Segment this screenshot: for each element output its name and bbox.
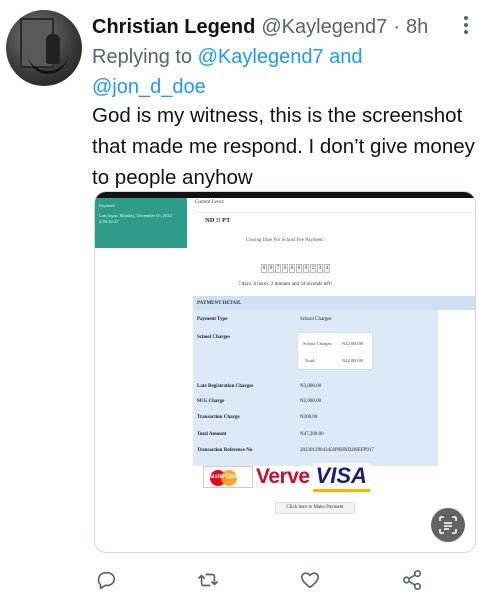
row-value: N2,000.00 [300, 399, 322, 404]
avatar-bicycle [28, 50, 68, 74]
row-label: SUG Charge [197, 399, 225, 404]
counter-digit: 0 [282, 264, 288, 273]
inner-label: Total: [305, 358, 316, 363]
replying-prefix: Replying to [92, 46, 193, 68]
sidebar-title: Payment [99, 203, 115, 208]
row-label: Total Amount [197, 432, 227, 437]
counter-digit: 0 [303, 264, 309, 273]
countdown-digits: 0 0 7 0 0 6 0 2 3 4 [261, 264, 330, 274]
countdown-text: 7 days, 6 hours, 2 minutes and 34 second… [238, 282, 332, 287]
row-label: School Charges [197, 335, 231, 340]
counter-digit: 3 [317, 264, 323, 273]
inner-value: N42,000.00 [342, 341, 364, 346]
more-options-icon[interactable] [456, 10, 476, 40]
visa-logo: VISA [312, 462, 370, 492]
like-icon[interactable] [298, 568, 322, 592]
counter-digit: 2 [310, 264, 316, 273]
user-handle[interactable]: @Kaylegend7 [261, 16, 387, 39]
reply-icon[interactable] [94, 568, 118, 592]
counter-digit: 0 [289, 264, 295, 273]
verve-logo: Verve [256, 465, 310, 488]
timestamp[interactable]: 8h [406, 16, 428, 39]
inner-value: N42,000.00 [342, 358, 364, 363]
replying-user-link[interactable]: @Kaylegend7 [198, 46, 324, 68]
replying-and: and [329, 46, 363, 68]
row-value: N47,300.00 [300, 432, 324, 437]
counter-digit: 0 [261, 264, 267, 273]
google-lens-icon[interactable] [431, 508, 465, 542]
avatar[interactable] [6, 10, 82, 86]
row-label: Transaction Charge [197, 415, 240, 420]
counter-digit: 4 [324, 264, 330, 273]
row-value: N300.00 [300, 415, 318, 420]
row-label: Late Registration Charges [197, 384, 254, 389]
tweet-text: God is my witness, this is the screensho… [92, 104, 475, 189]
row-value: 20220129043456P9HND28IEFP917 [300, 448, 374, 453]
separator: · [393, 15, 400, 38]
payment-card-logos: MasterCard Verve VISA [203, 462, 370, 492]
row-label: Transaction Reference No [197, 448, 253, 453]
inner-label: School Charges: [303, 341, 333, 346]
row-value: N3,000.00 [300, 384, 322, 389]
mastercard-text: MasterCard [206, 474, 240, 480]
row-value: School Charges [300, 317, 332, 322]
counter-digit: 6 [296, 264, 302, 273]
replying-user-link[interactable]: @jon_d_doe [92, 76, 206, 98]
tweet-media-screenshot[interactable]: Payment Last login: Monday, December 05,… [94, 191, 476, 553]
closing-date-text: Closing Date For School Fee Payment: [245, 238, 325, 243]
school-charges-box [297, 332, 373, 370]
share-icon[interactable] [400, 568, 424, 592]
counter-digit: 0 [268, 264, 274, 273]
current-level-label: Current Level: [195, 200, 225, 205]
row-label: Payment Type [197, 317, 228, 322]
tweet-actions [94, 568, 424, 592]
sidebar-last-login: Last login: Monday, December 05, 2022 4:… [99, 213, 172, 224]
make-payment-button[interactable]: Click here to Make Payment [275, 502, 355, 514]
display-name[interactable]: Christian Legend [92, 16, 255, 39]
mastercard-logo: MasterCard [203, 466, 253, 488]
retweet-icon[interactable] [196, 568, 220, 592]
counter-digit: 7 [275, 264, 281, 273]
current-level-value: ND !! PT [195, 212, 473, 230]
tweet-header: Christian Legend @Kaylegend7 · 8h [92, 12, 476, 42]
replying-to: Replying to @Kaylegend7 and @jon_d_doe [92, 42, 472, 102]
payment-detail-title: PAYMENT DETAIL [193, 296, 475, 310]
